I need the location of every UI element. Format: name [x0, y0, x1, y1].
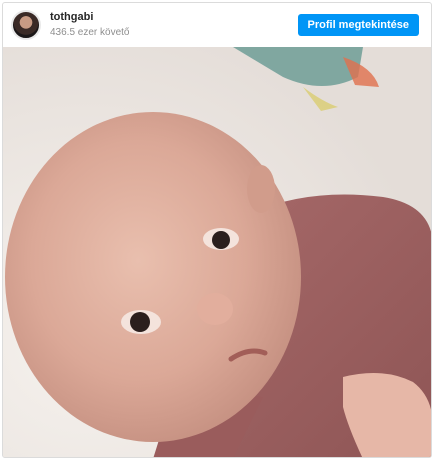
follower-count: 436.5 ezer követő — [50, 27, 130, 38]
account-info: tothgabi 436.5 ezer követő — [50, 11, 130, 39]
post-header: tothgabi 436.5 ezer követő Profil megtek… — [3, 3, 431, 47]
right-pupil — [130, 312, 150, 332]
baby-nose — [197, 293, 233, 325]
instagram-embed-card: tothgabi 436.5 ezer követő Profil megtek… — [2, 2, 432, 458]
left-pupil — [212, 231, 230, 249]
post-photo[interactable] — [3, 47, 431, 457]
profile-avatar[interactable] — [11, 10, 41, 40]
baby-ear — [247, 165, 275, 213]
baby-photo — [3, 47, 431, 457]
baby-head — [5, 112, 301, 442]
username[interactable]: tothgabi — [50, 11, 130, 24]
view-profile-button[interactable]: Profil megtekintése — [297, 14, 419, 36]
